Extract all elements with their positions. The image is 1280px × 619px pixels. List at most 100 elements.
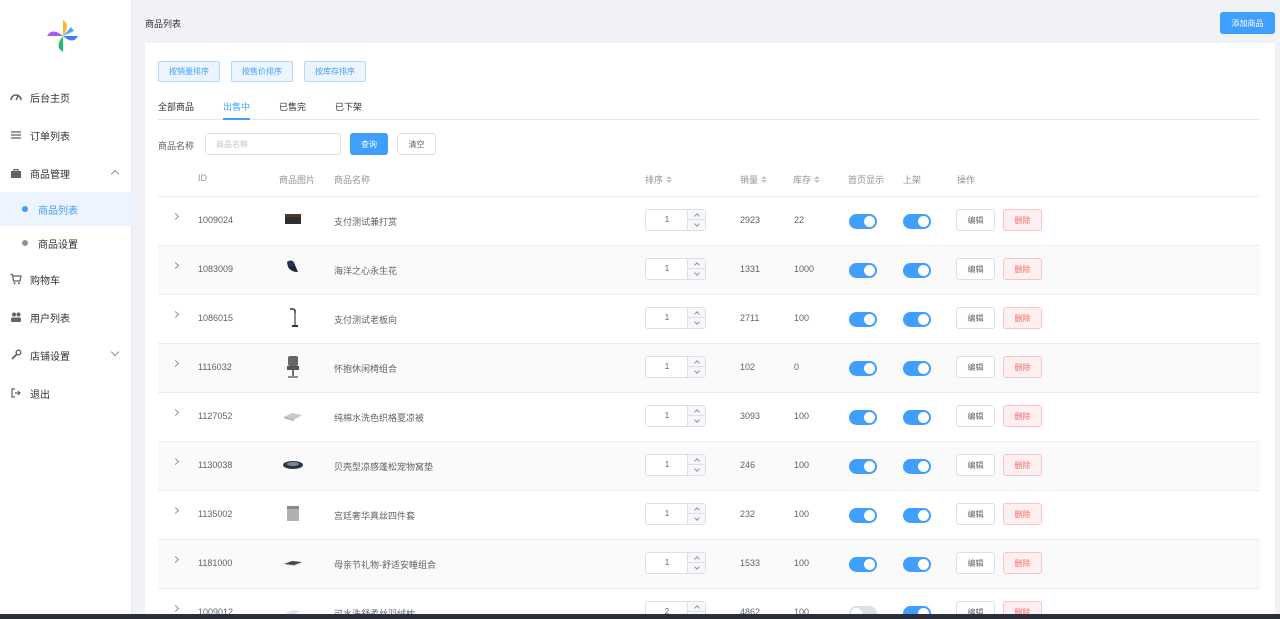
expand-chevron-icon[interactable] (171, 261, 180, 270)
on-shelf-toggle[interactable] (903, 410, 931, 425)
delete-button[interactable]: 删除 (1003, 552, 1042, 574)
expand-chevron-icon[interactable] (171, 604, 180, 613)
home-display-toggle[interactable] (849, 361, 877, 376)
sort-caret-icon[interactable] (666, 176, 673, 183)
increase-icon[interactable] (688, 357, 705, 367)
increase-icon[interactable] (688, 504, 705, 514)
home-display-toggle[interactable] (849, 214, 877, 229)
expand-chevron-icon[interactable] (171, 310, 180, 319)
increase-icon[interactable] (688, 455, 705, 465)
edit-button[interactable]: 编辑 (956, 307, 995, 329)
expand-chevron-icon[interactable] (171, 506, 180, 515)
edit-button[interactable]: 编辑 (956, 503, 995, 525)
delete-button[interactable]: 删除 (1003, 454, 1042, 476)
sort-order-stepper[interactable]: 1 (645, 356, 706, 378)
sidebar-item-cart[interactable]: 购物车 (0, 261, 132, 297)
sort-order-stepper[interactable]: 1 (645, 258, 706, 280)
sort-order-value[interactable]: 1 (646, 259, 688, 279)
increase-icon[interactable] (688, 210, 705, 220)
decrease-icon[interactable] (688, 269, 705, 279)
on-shelf-toggle[interactable] (903, 459, 931, 474)
sort-caret-icon[interactable] (761, 176, 768, 183)
sidebar-item-users[interactable]: 用户列表 (0, 299, 132, 335)
home-display-toggle[interactable] (849, 557, 877, 572)
expand-chevron-icon[interactable] (171, 408, 180, 417)
sort-order-stepper[interactable]: 1 (645, 405, 706, 427)
edit-button[interactable]: 编辑 (956, 405, 995, 427)
sidebar-item-shop-settings[interactable]: 店铺设置 (0, 337, 132, 373)
on-shelf-toggle[interactable] (903, 214, 931, 229)
home-display-toggle[interactable] (849, 312, 877, 327)
tab-sold-out[interactable]: 已售完 (279, 100, 306, 120)
tab-off-shelf[interactable]: 已下架 (335, 100, 362, 120)
sidebar-item-products[interactable]: 商品管理 (0, 155, 132, 191)
product-name-input[interactable]: 商品名称 (205, 133, 341, 155)
sidebar-item-logout[interactable]: 退出 (0, 375, 132, 411)
sort-by-price-button[interactable]: 按售价排序 (231, 61, 293, 82)
increase-icon[interactable] (688, 602, 705, 612)
sort-order-value[interactable]: 1 (646, 357, 688, 377)
decrease-icon[interactable] (688, 563, 705, 573)
edit-button[interactable]: 编辑 (956, 258, 995, 280)
expand-chevron-icon[interactable] (171, 359, 180, 368)
delete-button[interactable]: 删除 (1003, 405, 1042, 427)
sort-by-sales-button[interactable]: 按销量排序 (158, 61, 220, 82)
sort-order-value[interactable]: 1 (646, 553, 688, 573)
home-display-toggle[interactable] (849, 263, 877, 278)
sort-order-value[interactable]: 1 (646, 210, 688, 230)
sort-order-value[interactable]: 1 (646, 504, 688, 524)
expand-chevron-icon[interactable] (171, 457, 180, 466)
edit-button[interactable]: 编辑 (956, 209, 995, 231)
delete-button[interactable]: 删除 (1003, 356, 1042, 378)
sort-order-value[interactable]: 1 (646, 455, 688, 475)
sort-order-stepper[interactable]: 1 (645, 307, 706, 329)
delete-button[interactable]: 删除 (1003, 209, 1042, 231)
sort-order-stepper[interactable]: 1 (645, 552, 706, 574)
tab-all[interactable]: 全部商品 (158, 100, 194, 120)
decrease-icon[interactable] (688, 367, 705, 377)
decrease-icon[interactable] (688, 220, 705, 230)
sidebar-item-orders[interactable]: 订单列表 (0, 117, 132, 153)
sort-order-stepper[interactable]: 1 (645, 454, 706, 476)
sort-order-stepper[interactable]: 1 (645, 503, 706, 525)
sidebar-item-dashboard[interactable]: 后台主页 (0, 79, 132, 115)
on-shelf-toggle[interactable] (903, 557, 931, 572)
submenu-item-product-settings[interactable]: 商品设置 (0, 226, 132, 260)
sort-order-value[interactable]: 1 (646, 406, 688, 426)
add-product-button[interactable]: 添加商品 (1220, 12, 1275, 34)
decrease-icon[interactable] (688, 318, 705, 328)
home-display-toggle[interactable] (849, 410, 877, 425)
increase-icon[interactable] (688, 406, 705, 416)
delete-button[interactable]: 删除 (1003, 258, 1042, 280)
sort-caret-icon[interactable] (814, 176, 821, 183)
home-display-toggle[interactable] (849, 508, 877, 523)
edit-button[interactable]: 编辑 (956, 552, 995, 574)
on-shelf-toggle[interactable] (903, 508, 931, 523)
decrease-icon[interactable] (688, 465, 705, 475)
decrease-icon[interactable] (688, 514, 705, 524)
col-stock[interactable]: 库存 (793, 173, 821, 186)
on-shelf-toggle[interactable] (903, 312, 931, 327)
edit-button[interactable]: 编辑 (956, 454, 995, 476)
sort-by-stock-button[interactable]: 按库存排序 (304, 61, 366, 82)
expand-chevron-icon[interactable] (171, 555, 180, 564)
decrease-icon[interactable] (688, 416, 705, 426)
submenu-item-product-list[interactable]: 商品列表 (0, 192, 132, 226)
col-sort[interactable]: 排序 (645, 173, 673, 186)
increase-icon[interactable] (688, 553, 705, 563)
sort-order-stepper[interactable]: 1 (645, 209, 706, 231)
sort-order-value[interactable]: 1 (646, 308, 688, 328)
delete-button[interactable]: 删除 (1003, 503, 1042, 525)
home-display-toggle[interactable] (849, 459, 877, 474)
increase-icon[interactable] (688, 259, 705, 269)
increase-icon[interactable] (688, 308, 705, 318)
query-button[interactable]: 查询 (350, 133, 388, 155)
col-sales[interactable]: 销量 (740, 173, 768, 186)
edit-button[interactable]: 编辑 (956, 356, 995, 378)
on-shelf-toggle[interactable] (903, 263, 931, 278)
on-shelf-toggle[interactable] (903, 361, 931, 376)
clear-button[interactable]: 清空 (397, 133, 436, 155)
delete-button[interactable]: 删除 (1003, 307, 1042, 329)
tab-on-sale[interactable]: 出售中 (223, 100, 251, 120)
expand-chevron-icon[interactable] (171, 212, 180, 221)
